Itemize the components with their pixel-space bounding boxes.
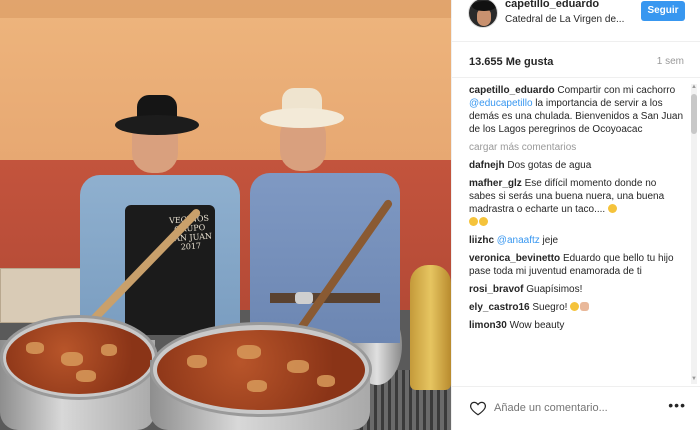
comments-scrollbar[interactable]: ▲ ▼ — [691, 84, 697, 384]
username-link[interactable]: capetillo_eduardo — [505, 0, 599, 10]
caption: capetillo_eduardo Compartir con mi cacho… — [469, 84, 684, 136]
comment: dafnejh Dos gotas de agua — [469, 159, 684, 172]
post-side-panel: capetillo_eduardo Catedral de La Virgen … — [451, 0, 700, 430]
hand-emoji-icon — [580, 302, 590, 311]
comment-mention[interactable]: @anaaftz — [497, 235, 540, 246]
comment-text: Suegro! — [532, 302, 568, 313]
caption-user[interactable]: capetillo_eduardo — [469, 85, 555, 96]
comment-user[interactable]: ely_castro16 — [469, 302, 530, 313]
smile-emoji-icon — [469, 217, 478, 226]
scroll-down-arrow-icon[interactable]: ▼ — [691, 376, 697, 384]
more-options-icon[interactable]: ••• — [668, 397, 686, 413]
post-time[interactable]: 1 sem — [657, 56, 684, 67]
wink-emoji-icon — [570, 302, 580, 311]
location-link[interactable]: Catedral de La Virgen de... — [505, 14, 630, 25]
comment-text: Dos gotas de agua — [507, 160, 592, 171]
stew-left — [6, 322, 152, 394]
smile-emoji-icon — [607, 204, 617, 213]
comment: ely_castro16 Suegro! — [469, 301, 684, 314]
comment: rosi_bravof Guapísimos! — [469, 283, 684, 296]
scroll-thumb[interactable] — [691, 94, 697, 134]
comment-user[interactable]: dafnejh — [469, 160, 505, 171]
comment-user[interactable]: liizhc — [469, 235, 494, 246]
comments-list[interactable]: capetillo_eduardo Compartir con mi cacho… — [469, 84, 684, 384]
load-more-comments[interactable]: cargar más comentarios — [469, 141, 684, 154]
belt-buckle — [295, 292, 313, 304]
post-photo[interactable]: VECINOS GRUPO SAN JUAN 2017 — [0, 0, 451, 430]
white-cowboy-hat — [260, 88, 344, 128]
likes-count[interactable]: 13.655 Me gusta — [469, 56, 553, 68]
post-footer: ••• — [452, 386, 700, 430]
man-black-hat: VECINOS GRUPO SAN JUAN 2017 — [70, 95, 250, 335]
smile-emoji-icon — [479, 217, 488, 226]
gas-tank — [410, 265, 451, 390]
caption-text: Compartir con mi cachorro — [557, 85, 676, 96]
comment-input[interactable] — [494, 399, 659, 417]
comment: veronica_bevinetto Eduardo que bello tu … — [469, 252, 684, 278]
black-cowboy-hat — [115, 95, 199, 135]
scroll-up-arrow-icon[interactable]: ▲ — [691, 84, 697, 90]
post-header: capetillo_eduardo Catedral de La Virgen … — [452, 0, 700, 42]
follow-button[interactable]: Seguir — [641, 1, 685, 21]
comment-user[interactable]: veronica_bevinetto — [469, 253, 560, 264]
heart-icon[interactable] — [469, 399, 487, 417]
comment-user[interactable]: limon30 — [469, 320, 507, 331]
comment-text: Wow beauty — [509, 320, 565, 331]
likes-row: 13.655 Me gusta 1 sem — [452, 42, 700, 78]
comment: limon30 Wow beauty — [469, 319, 684, 332]
comment-user[interactable]: rosi_bravof — [469, 284, 523, 295]
comment-text: Guapísimos! — [526, 284, 583, 295]
comment: mafher_glz Ese difícil momento donde no … — [469, 177, 684, 229]
stew-right — [157, 330, 365, 410]
caption-mention[interactable]: @educapetillo — [469, 98, 533, 109]
avatar[interactable] — [468, 0, 498, 28]
comment: liizhc @anaaftz jeje — [469, 234, 684, 247]
comment-text: jeje — [539, 235, 559, 246]
man-right-shirt — [250, 173, 400, 343]
comment-user[interactable]: mafher_glz — [469, 178, 522, 189]
